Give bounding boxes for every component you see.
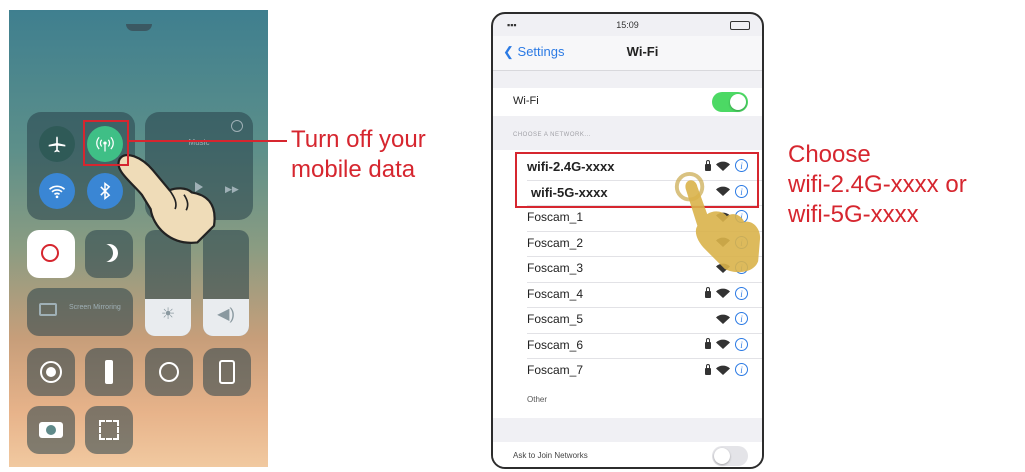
network-name: Foscam_6 [527, 337, 584, 352]
screen-mirroring-icon [39, 303, 57, 316]
calculator-icon [219, 360, 235, 384]
next-track-icon[interactable]: ▶▶ [225, 184, 239, 195]
network-row[interactable]: Foscam_6 i [493, 332, 762, 358]
info-icon[interactable]: i [735, 337, 748, 351]
flashlight-button[interactable] [85, 348, 133, 396]
camera-icon [39, 422, 63, 438]
network-name: Foscam_3 [527, 261, 584, 275]
orientation-lock-button[interactable] [27, 230, 75, 278]
info-icon[interactable]: i [735, 312, 748, 325]
network-status-icons: i [705, 363, 748, 376]
callout-connector-line [127, 140, 287, 142]
wifi-toggle-label: Wi-Fi [513, 95, 539, 107]
flashlight-icon [105, 360, 113, 384]
screen-mirroring-button[interactable]: Screen Mirroring [27, 288, 133, 336]
lock-icon [705, 363, 711, 375]
wifi-toggle[interactable] [712, 92, 748, 112]
lock-icon [705, 338, 711, 349]
timer-button[interactable] [145, 348, 193, 396]
qr-code-icon [99, 420, 119, 440]
info-icon[interactable]: i [735, 286, 748, 300]
qr-scanner-button[interactable] [85, 406, 133, 454]
control-center-screenshot: Music ▶▶ Screen Mirroring ☀ ◀) [9, 10, 268, 467]
row-divider [527, 332, 762, 334]
airplay-icon[interactable] [231, 120, 243, 132]
wifi-toggle-group: Wi-Fi [493, 88, 762, 116]
wifi-signal-icon [716, 365, 730, 375]
record-icon [40, 361, 62, 383]
speaker-icon: ◀) [217, 306, 235, 323]
network-row[interactable]: Foscam_7 i [493, 358, 762, 383]
wifi-signal-icon [716, 314, 730, 324]
ask-to-join-toggle[interactable] [712, 446, 748, 466]
grabber-handle[interactable] [126, 24, 152, 31]
sun-icon: ☀ [160, 306, 176, 323]
choose-network-callout-line-1: Choose [788, 141, 871, 168]
network-name: Foscam_5 [527, 312, 584, 326]
choose-network-callout-line-2: wifi-2.4G-xxxx or [788, 171, 967, 198]
page-title: Wi-Fi [626, 44, 659, 59]
wifi-signal-icon [716, 339, 730, 349]
row-divider [527, 307, 762, 308]
network-row[interactable]: Foscam_4 i [493, 281, 762, 307]
camera-button[interactable] [27, 406, 75, 454]
network-name: Foscam_7 [527, 363, 584, 377]
wifi-signal-icon [716, 288, 730, 298]
mobile-data-callout-line-2: mobile data [291, 156, 416, 183]
status-time: 15:09 [616, 20, 639, 30]
navigation-bar: ❮ Settings Wi-Fi [493, 36, 762, 71]
network-status-icons: i [705, 286, 748, 300]
network-name: Foscam_2 [527, 235, 584, 250]
ask-to-join-group: Ask to Join Networks [493, 442, 762, 467]
wifi-toggle-row: Wi-Fi [493, 90, 762, 115]
network-row[interactable]: Foscam_5 i [493, 307, 762, 332]
airplane-icon [48, 136, 66, 153]
lock-icon [705, 287, 711, 298]
orientation-lock-icon [41, 244, 59, 262]
network-name: Foscam_4 [527, 286, 584, 301]
airplane-mode-button[interactable] [39, 126, 75, 162]
screen-record-button[interactable] [27, 348, 75, 396]
network-name: Foscam_1 [527, 210, 584, 224]
mobile-data-callout-line-1: Turn off your [291, 126, 426, 153]
calculator-button[interactable] [203, 348, 251, 396]
pointing-hand-illustration [674, 172, 761, 273]
wifi-icon [48, 185, 66, 199]
other-network-row[interactable]: Other [493, 390, 762, 415]
row-divider [527, 281, 762, 283]
screen-mirroring-label: Screen Mirroring [69, 304, 121, 311]
battery-icon [730, 21, 750, 30]
choose-network-callout-line-3: wifi-5G-xxxx [788, 201, 919, 228]
info-icon[interactable]: i [735, 363, 748, 376]
timer-icon [159, 362, 179, 382]
choose-network-callout: Choose wifi-2.4G-xxxx or wifi-5G-xxxx [788, 140, 967, 230]
mobile-data-callout: Turn off your mobile data [291, 125, 426, 185]
status-bar: ▪▪▪ 15:09 [493, 14, 762, 36]
network-status-icons: i [705, 337, 748, 351]
row-divider [527, 358, 762, 359]
cellular-highlight-box [83, 120, 129, 166]
ask-to-join-label: Ask to Join Networks [513, 451, 588, 460]
wifi-button[interactable] [39, 173, 75, 209]
section-header: CHOOSE A NETWORK... [513, 132, 591, 138]
other-network-label: Other [527, 394, 548, 404]
network-status-icons: i [716, 312, 748, 325]
